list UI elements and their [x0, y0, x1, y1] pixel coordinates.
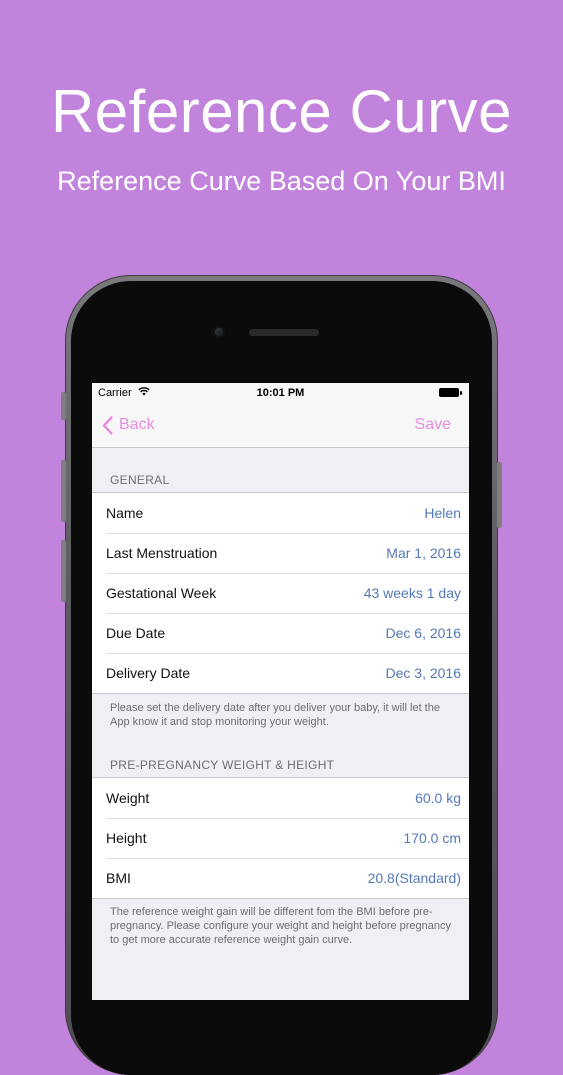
row-gestational-week[interactable]: Gestational Week 43 weeks 1 day	[92, 573, 469, 613]
row-height[interactable]: Height 170.0 cm	[92, 818, 469, 858]
prepregnancy-group: Weight 60.0 kg Height 170.0 cm BMI 20.8(…	[92, 777, 469, 899]
mute-switch	[61, 392, 66, 420]
section-header-general: GENERAL	[110, 473, 170, 487]
row-value: Helen	[424, 505, 461, 521]
navigation-bar: Back Save	[92, 403, 469, 448]
status-bar: Carrier 10:01 PM	[92, 383, 469, 403]
earpiece-speaker	[249, 329, 319, 336]
row-due-date[interactable]: Due Date Dec 6, 2016	[92, 613, 469, 653]
general-footer-note: Please set the delivery date after you d…	[110, 702, 440, 728]
row-label: Due Date	[106, 625, 166, 641]
back-button[interactable]: Back	[102, 411, 155, 439]
chevron-left-icon	[102, 415, 113, 435]
row-label: Name	[106, 505, 144, 521]
row-value: Mar 1, 2016	[386, 545, 461, 561]
promo-title: Reference Curve	[50, 78, 513, 145]
row-value: Dec 3, 2016	[385, 665, 462, 681]
row-label: BMI	[106, 870, 131, 886]
save-button[interactable]: Save	[415, 411, 451, 439]
app-screen: Carrier 10:01 PM Back Save GENERAL Name …	[92, 383, 469, 1000]
row-label: Weight	[106, 790, 150, 806]
row-label: Delivery Date	[106, 665, 191, 681]
promo-subtitle: Reference Curve Based On Your BMI	[57, 166, 506, 196]
row-label: Gestational Week	[106, 585, 217, 601]
back-button-label: Back	[119, 416, 155, 433]
row-delivery-date[interactable]: Delivery Date Dec 3, 2016	[92, 653, 469, 693]
row-value: Dec 6, 2016	[385, 625, 462, 641]
row-value: 43 weeks 1 day	[363, 585, 461, 601]
row-value: 20.8(Standard)	[367, 870, 461, 886]
status-time: 10:01 PM	[256, 387, 305, 399]
row-name[interactable]: Name Helen	[92, 493, 469, 533]
battery-icon	[439, 388, 462, 397]
row-label: Height	[106, 830, 147, 846]
row-last-menstruation[interactable]: Last Menstruation Mar 1, 2016	[92, 533, 469, 573]
volume-down-button	[61, 540, 66, 602]
power-button	[497, 462, 502, 528]
front-camera-icon	[213, 326, 225, 338]
row-label: Last Menstruation	[106, 545, 218, 561]
section-header-prepregnancy: PRE-PREGNANCY WEIGHT & HEIGHT	[110, 758, 335, 772]
general-group: Name Helen Last Menstruation Mar 1, 2016…	[92, 492, 469, 694]
row-value: 170.0 cm	[403, 830, 461, 846]
row-value: 60.0 kg	[415, 790, 461, 806]
row-bmi[interactable]: BMI 20.8(Standard)	[92, 858, 469, 898]
row-weight[interactable]: Weight 60.0 kg	[92, 778, 469, 818]
volume-up-button	[61, 460, 66, 522]
prepregnancy-footer-note: The reference weight gain will be differ…	[110, 906, 452, 946]
